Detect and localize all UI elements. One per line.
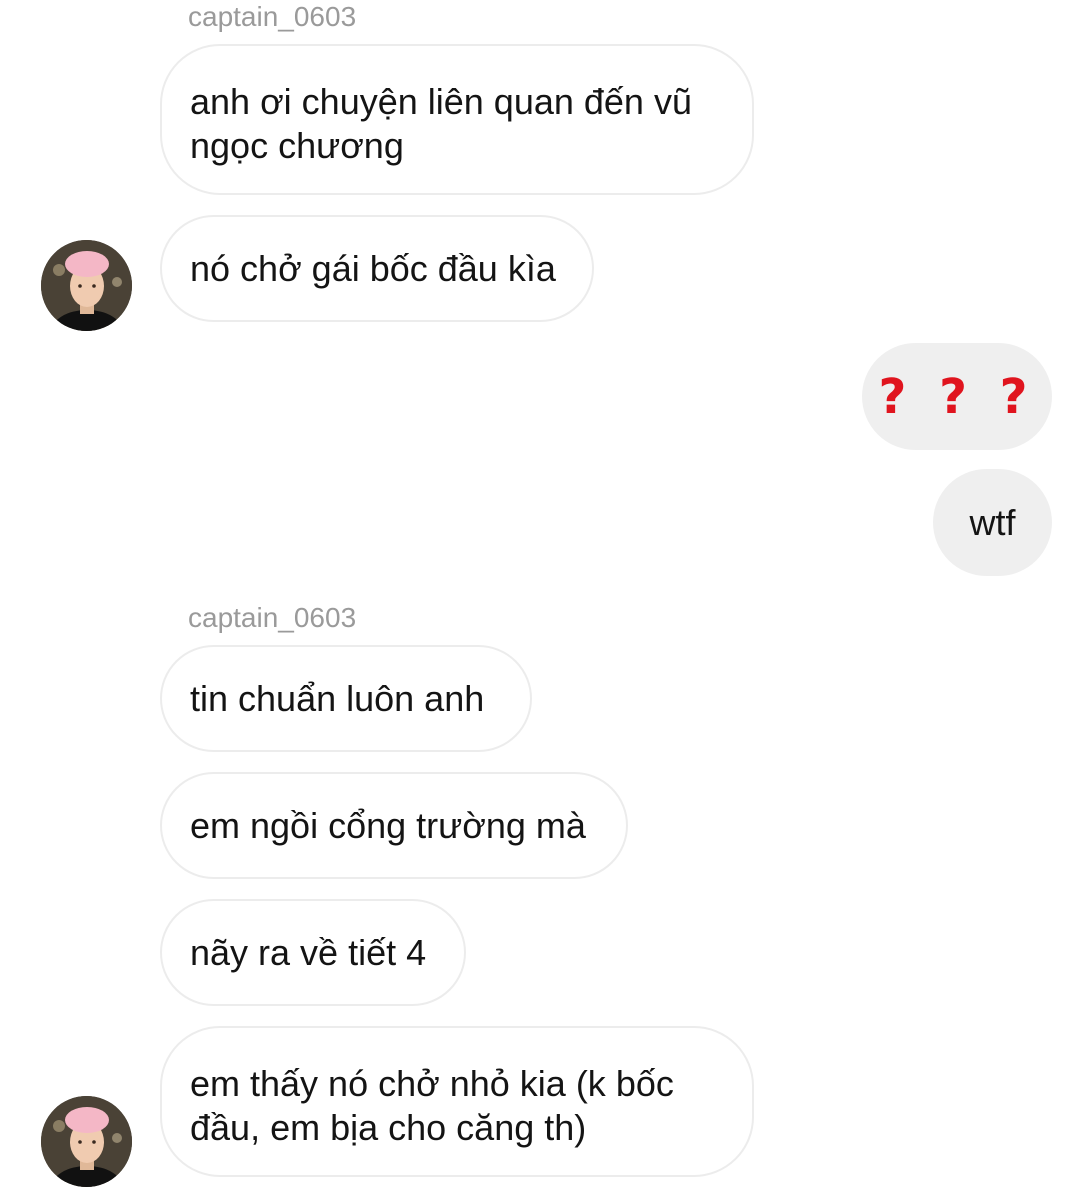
- outgoing-message[interactable]: ? ? ?: [862, 343, 1052, 450]
- avatar-photo: [41, 1096, 132, 1187]
- question-marks-text: ? ? ?: [878, 368, 1036, 425]
- outgoing-message[interactable]: wtf: [933, 469, 1052, 576]
- avatar-photo: [41, 240, 132, 331]
- incoming-message[interactable]: anh ơi chuyện liên quan đến vũ ngọc chươ…: [160, 44, 754, 195]
- sender-avatar[interactable]: [41, 240, 132, 331]
- incoming-message[interactable]: nãy ra về tiết 4: [160, 899, 466, 1006]
- incoming-message[interactable]: tin chuẩn luôn anh: [160, 645, 532, 752]
- message-text: wtf: [969, 501, 1016, 543]
- incoming-message[interactable]: nó chở gái bốc đầu kìa: [160, 215, 594, 322]
- sender-name: captain_0603: [188, 602, 357, 633]
- incoming-message[interactable]: em thấy nó chở nhỏ kia (k bốc đầu, em bị…: [160, 1026, 754, 1177]
- incoming-message[interactable]: em ngồi cổng trường mà: [160, 772, 628, 879]
- sender-avatar[interactable]: [41, 1096, 132, 1187]
- sender-name: captain_0603: [188, 1, 357, 32]
